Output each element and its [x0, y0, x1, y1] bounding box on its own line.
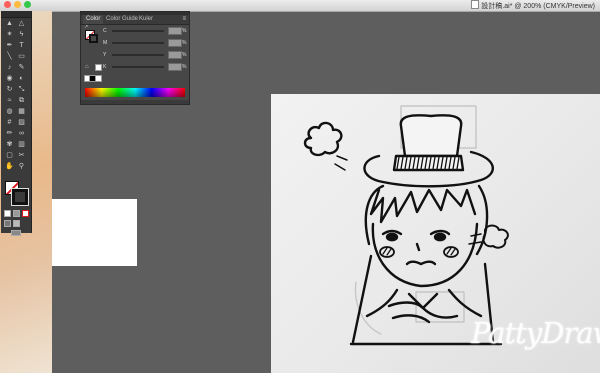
- free-transform-tool-icon[interactable]: ⧉: [17, 97, 26, 105]
- selection-tool-icon[interactable]: ▲: [5, 20, 14, 28]
- out-of-gamut-icon[interactable]: ⌂: [85, 64, 89, 70]
- rectangle-tool-icon[interactable]: ▭: [17, 53, 26, 61]
- pencil-tool-icon[interactable]: ✎: [17, 64, 26, 72]
- tools-panel-grip[interactable]: [1, 11, 31, 18]
- width-tool-icon[interactable]: ≈: [5, 97, 14, 105]
- slider-y-unit: %: [182, 52, 187, 58]
- swap-fill-stroke-icon[interactable]: ↗: [84, 25, 88, 30]
- hand-tool-icon[interactable]: ✋: [5, 163, 14, 171]
- blank-artboard[interactable]: [52, 199, 137, 266]
- type-tool-icon[interactable]: T: [17, 42, 26, 50]
- perspective-grid-tool-icon[interactable]: ▦: [17, 108, 26, 116]
- document-title-text: 設計稿.ai* @ 200% (CMYK/Preview): [481, 3, 595, 10]
- minimize-window-button[interactable]: [14, 1, 21, 8]
- gradient-tool-icon[interactable]: ▨: [17, 119, 26, 127]
- slider-label-c: C: [103, 28, 107, 34]
- eyedropper-tool-icon[interactable]: ✏: [5, 130, 14, 138]
- slice-tool-icon[interactable]: ✂: [17, 152, 26, 160]
- direct-selection-tool-icon[interactable]: △: [17, 20, 26, 28]
- line-tool-icon[interactable]: ╲: [5, 53, 14, 61]
- slider-label-y: Y: [103, 52, 107, 58]
- none-mode-icon[interactable]: [22, 210, 29, 217]
- tab-color[interactable]: Color: [83, 15, 104, 24]
- slider-c[interactable]: [112, 30, 164, 32]
- slider-k-field[interactable]: [168, 63, 182, 71]
- document-title: 設計稿.ai* @ 200% (CMYK/Preview): [471, 0, 595, 11]
- panel-menu-icon[interactable]: ≡: [182, 15, 186, 24]
- web-safe-swatch[interactable]: [95, 64, 102, 71]
- slider-m-unit: %: [182, 40, 187, 46]
- tools-panel: ▲ △ ✶ ϟ ✒ T ╲ ▭ ♪ ✎ ◉ ◐ ↻ ⤡ ≈ ⧉ ◍ ▦ # ▨ ✏ ∞ ✾ ▥ ▢ ✂ ✋ ⚲: [1, 11, 32, 236]
- slider-k[interactable]: [112, 66, 164, 68]
- slider-m[interactable]: [112, 42, 164, 44]
- slider-c-unit: %: [182, 28, 187, 34]
- slider-y-field[interactable]: [168, 51, 182, 59]
- blend-tool-icon[interactable]: ∞: [17, 130, 26, 138]
- screen-mode-icon[interactable]: [13, 220, 20, 227]
- color-panel: Color Color Guide Kuler ≡ ↗ C % M % Y % …: [80, 11, 190, 105]
- watermark-signature: PattyDraw: [471, 316, 600, 350]
- zoom-window-button[interactable]: [24, 1, 31, 8]
- white-swatch[interactable]: [95, 75, 102, 82]
- color-panel-tabs: Color Color Guide Kuler ≡: [81, 15, 189, 25]
- color-spectrum-bar[interactable]: [85, 88, 185, 97]
- document-icon: [471, 0, 480, 9]
- column-graph-tool-icon[interactable]: ▥: [17, 141, 26, 149]
- default-fill-stroke-icon[interactable]: [4, 210, 11, 217]
- paintbrush-tool-icon[interactable]: ♪: [5, 64, 14, 72]
- draw-mode-icon[interactable]: [4, 220, 11, 227]
- pen-tool-icon[interactable]: ✒: [5, 42, 14, 50]
- slider-k-unit: %: [182, 64, 187, 70]
- color-stroke-swatch[interactable]: [89, 34, 98, 43]
- rotate-tool-icon[interactable]: ↻: [5, 86, 14, 94]
- color-mode-icon[interactable]: [13, 210, 20, 217]
- blob-brush-tool-icon[interactable]: ◉: [5, 75, 14, 83]
- slider-label-k: K: [103, 64, 107, 70]
- eraser-tool-icon[interactable]: ◐: [17, 75, 26, 83]
- symbol-sprayer-tool-icon[interactable]: ✾: [5, 141, 14, 149]
- change-screen-mode-icon[interactable]: [11, 230, 21, 236]
- slider-c-field[interactable]: [168, 27, 182, 35]
- zoom-tool-icon[interactable]: ⚲: [17, 163, 26, 171]
- scale-tool-icon[interactable]: ⤡: [17, 86, 26, 94]
- shape-builder-tool-icon[interactable]: ◍: [5, 108, 14, 116]
- slider-m-field[interactable]: [168, 39, 182, 47]
- stroke-swatch[interactable]: [11, 188, 29, 206]
- artboard-tool-icon[interactable]: ▢: [5, 152, 14, 160]
- slider-y[interactable]: [112, 54, 164, 56]
- color-panel-footer[interactable]: [81, 100, 189, 104]
- slider-label-m: M: [103, 40, 108, 46]
- mesh-tool-icon[interactable]: #: [5, 119, 14, 127]
- close-window-button[interactable]: [4, 1, 11, 8]
- tab-kuler[interactable]: Kuler: [136, 15, 156, 24]
- lasso-tool-icon[interactable]: ϟ: [17, 31, 26, 39]
- magic-wand-tool-icon[interactable]: ✶: [5, 31, 14, 39]
- placed-illustration-image[interactable]: PattyDraw: [271, 94, 600, 373]
